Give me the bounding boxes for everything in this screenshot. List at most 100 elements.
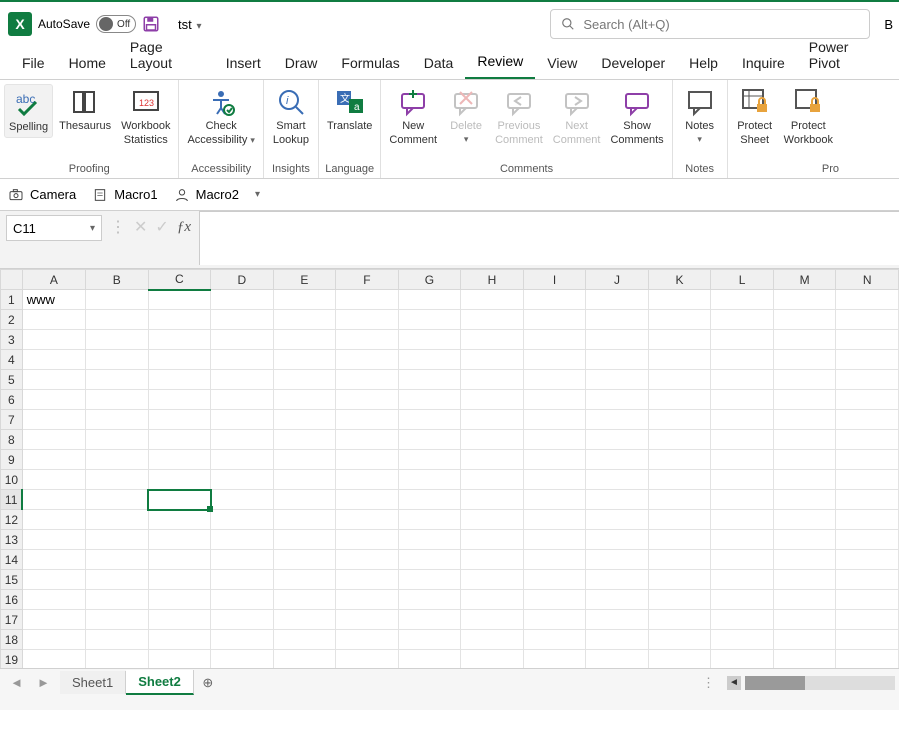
- scrollbar-thumb[interactable]: [745, 676, 805, 690]
- cell-I6[interactable]: [523, 390, 586, 410]
- cell-E3[interactable]: [273, 330, 336, 350]
- tab-draw[interactable]: Draw: [273, 49, 330, 79]
- cell-H2[interactable]: [461, 310, 524, 330]
- cell-J7[interactable]: [586, 410, 649, 430]
- cell-H18[interactable]: [461, 630, 524, 650]
- cell-I9[interactable]: [523, 450, 586, 470]
- cell-F9[interactable]: [336, 450, 399, 470]
- cell-N10[interactable]: [836, 470, 899, 490]
- cell-C9[interactable]: [148, 450, 211, 470]
- cell-G12[interactable]: [398, 510, 461, 530]
- cell-H12[interactable]: [461, 510, 524, 530]
- cell-K11[interactable]: [648, 490, 711, 510]
- cell-K15[interactable]: [648, 570, 711, 590]
- spelling-button[interactable]: abc Spelling: [4, 84, 53, 138]
- cell-K2[interactable]: [648, 310, 711, 330]
- cell-G1[interactable]: [398, 290, 461, 310]
- cell-C1[interactable]: [148, 290, 211, 310]
- cell-D12[interactable]: [211, 510, 274, 530]
- cell-F8[interactable]: [336, 430, 399, 450]
- cell-A3[interactable]: [22, 330, 85, 350]
- column-header-C[interactable]: C: [148, 270, 211, 290]
- cell-A4[interactable]: [22, 350, 85, 370]
- cell-M11[interactable]: [773, 490, 836, 510]
- row-header-3[interactable]: 3: [1, 330, 23, 350]
- qat-overflow-button[interactable]: ▾: [255, 189, 260, 200]
- tab-page-layout[interactable]: Page Layout: [118, 33, 214, 79]
- scrollbar-options-icon[interactable]: ⋮: [694, 675, 723, 691]
- column-header-K[interactable]: K: [648, 270, 711, 290]
- cell-C15[interactable]: [148, 570, 211, 590]
- cell-E17[interactable]: [273, 610, 336, 630]
- cell-L12[interactable]: [711, 510, 774, 530]
- cell-E8[interactable]: [273, 430, 336, 450]
- row-header-9[interactable]: 9: [1, 450, 23, 470]
- cell-E15[interactable]: [273, 570, 336, 590]
- cell-I18[interactable]: [523, 630, 586, 650]
- cell-N1[interactable]: [836, 290, 899, 310]
- cell-M2[interactable]: [773, 310, 836, 330]
- cell-H4[interactable]: [461, 350, 524, 370]
- cell-L7[interactable]: [711, 410, 774, 430]
- smart-lookup-button[interactable]: i SmartLookup: [268, 84, 314, 150]
- cell-A16[interactable]: [22, 590, 85, 610]
- cell-B19[interactable]: [86, 650, 149, 669]
- cell-L3[interactable]: [711, 330, 774, 350]
- cell-A5[interactable]: [22, 370, 85, 390]
- cell-K4[interactable]: [648, 350, 711, 370]
- cell-L8[interactable]: [711, 430, 774, 450]
- cell-E11[interactable]: [273, 490, 336, 510]
- cell-B5[interactable]: [86, 370, 149, 390]
- cell-K5[interactable]: [648, 370, 711, 390]
- cell-J6[interactable]: [586, 390, 649, 410]
- cell-H6[interactable]: [461, 390, 524, 410]
- row-header-12[interactable]: 12: [1, 510, 23, 530]
- cell-H17[interactable]: [461, 610, 524, 630]
- workbook-statistics-button[interactable]: 123 WorkbookStatistics: [117, 84, 174, 150]
- name-box[interactable]: C11▾: [6, 215, 102, 241]
- cell-J4[interactable]: [586, 350, 649, 370]
- cell-J10[interactable]: [586, 470, 649, 490]
- tab-formulas[interactable]: Formulas: [329, 49, 411, 79]
- cell-K18[interactable]: [648, 630, 711, 650]
- cell-A7[interactable]: [22, 410, 85, 430]
- row-header-11[interactable]: 11: [1, 490, 23, 510]
- row-header-16[interactable]: 16: [1, 590, 23, 610]
- cell-F17[interactable]: [336, 610, 399, 630]
- cell-G4[interactable]: [398, 350, 461, 370]
- cell-F18[interactable]: [336, 630, 399, 650]
- check-accessibility-button[interactable]: CheckAccessibility ▾: [183, 84, 259, 150]
- cell-F10[interactable]: [336, 470, 399, 490]
- cell-I16[interactable]: [523, 590, 586, 610]
- cell-D17[interactable]: [211, 610, 274, 630]
- cell-A11[interactable]: [22, 490, 85, 510]
- cell-J18[interactable]: [586, 630, 649, 650]
- cell-I5[interactable]: [523, 370, 586, 390]
- cell-G11[interactable]: [398, 490, 461, 510]
- cell-M8[interactable]: [773, 430, 836, 450]
- cell-I13[interactable]: [523, 530, 586, 550]
- cell-B15[interactable]: [86, 570, 149, 590]
- cell-B6[interactable]: [86, 390, 149, 410]
- cell-C12[interactable]: [148, 510, 211, 530]
- cell-I15[interactable]: [523, 570, 586, 590]
- cell-E19[interactable]: [273, 650, 336, 669]
- cell-N6[interactable]: [836, 390, 899, 410]
- cell-I4[interactable]: [523, 350, 586, 370]
- cell-H19[interactable]: [461, 650, 524, 669]
- cell-C11[interactable]: [148, 490, 211, 510]
- notes-button[interactable]: Notes▾: [677, 84, 723, 147]
- cell-K19[interactable]: [648, 650, 711, 669]
- cell-M10[interactable]: [773, 470, 836, 490]
- cell-M4[interactable]: [773, 350, 836, 370]
- cell-D18[interactable]: [211, 630, 274, 650]
- cell-B2[interactable]: [86, 310, 149, 330]
- cell-E12[interactable]: [273, 510, 336, 530]
- cell-G6[interactable]: [398, 390, 461, 410]
- cell-G16[interactable]: [398, 590, 461, 610]
- cell-B3[interactable]: [86, 330, 149, 350]
- cell-I2[interactable]: [523, 310, 586, 330]
- cell-L13[interactable]: [711, 530, 774, 550]
- cell-N4[interactable]: [836, 350, 899, 370]
- cell-M3[interactable]: [773, 330, 836, 350]
